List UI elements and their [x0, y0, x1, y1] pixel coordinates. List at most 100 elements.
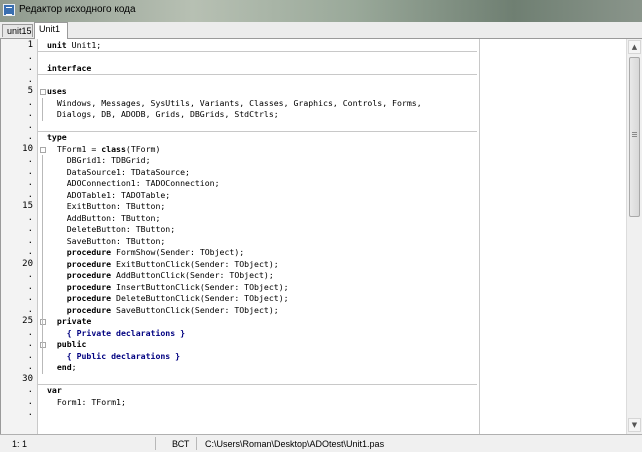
fold-guide	[42, 155, 43, 374]
chevron-down-icon[interactable]: ▼	[628, 418, 641, 432]
line-number: .	[27, 51, 33, 62]
code-line: procedure SaveButtonClick(Sender: TObjec…	[47, 305, 279, 317]
section-separator	[37, 131, 477, 132]
line-number: .	[27, 396, 33, 407]
line-number: .	[27, 212, 33, 223]
code-token: ExitButton: TButton;	[47, 201, 166, 211]
fold-guide	[42, 97, 43, 121]
code-line: public	[47, 339, 87, 351]
keyword-token: type	[47, 132, 67, 142]
section-separator	[37, 50, 477, 52]
keyword-token: unit	[47, 40, 67, 50]
scrollbar-thumb[interactable]	[629, 57, 640, 217]
status-bar: 1: 1 ВСТ C:\Users\Roman\Desktop\ADOtest\…	[0, 434, 642, 452]
code-line: procedure FormShow(Sender: TObject);	[47, 247, 244, 259]
section-separator	[37, 384, 477, 385]
code-line: Form1: TForm1;	[47, 397, 126, 409]
keyword-token: public	[56, 339, 87, 349]
right-margin-line	[479, 39, 480, 434]
code-line: end;	[47, 362, 77, 374]
code-line: private	[47, 316, 92, 328]
code-line: DBGrid1: TDBGrid;	[47, 155, 151, 167]
keyword-token: procedure	[66, 270, 112, 280]
line-number: 1	[27, 40, 33, 50]
code-line: ADOConnection1: TADOConnection;	[47, 178, 220, 190]
line-number: .	[27, 155, 33, 165]
code-line: DataSource1: TDataSource;	[47, 167, 190, 179]
code-token: AddButton: TButton;	[47, 212, 161, 223]
keyword-token: interface	[47, 63, 92, 73]
line-number: .	[27, 235, 33, 246]
code-token: Unit1;	[66, 40, 102, 50]
keyword-token: end	[56, 362, 72, 372]
code-token: ;	[71, 362, 77, 372]
fold-toggle[interactable]	[40, 319, 46, 325]
line-number: .	[27, 270, 33, 280]
fold-toggle[interactable]	[40, 146, 46, 153]
code-token: SaveButton: TButton;	[47, 235, 166, 246]
tab-unit15[interactable]: unit15	[2, 24, 33, 37]
line-number: .	[27, 350, 33, 361]
code-area[interactable]: unit Unit1; interface uses Windows, Messag…	[47, 39, 477, 434]
code-token: DeleteButton: TButton;	[47, 224, 176, 234]
line-gutter: 1... 5.... 10.... 15.... 20.... 25.... 30...	[1, 39, 38, 434]
chevron-up-icon[interactable]: ▲	[628, 40, 641, 54]
title-bar: Редактор исходного кода	[0, 0, 642, 22]
code-token: AddButtonClick(Sender: TObject);	[111, 270, 274, 280]
code-line: ADOTable1: TADOTable;	[47, 189, 171, 202]
keyword-token: private	[56, 316, 92, 326]
cursor-position: 1: 1	[12, 439, 28, 449]
code-token: Windows, Messages, SysUtils, Variants, C…	[47, 97, 422, 108]
code-editor[interactable]: 1... 5.... 10.... 15.... 20.... 25.... 30... u…	[0, 39, 626, 434]
tab-unit1[interactable]: Unit1	[34, 22, 68, 39]
keyword-token: procedure	[66, 293, 112, 303]
fold-toggle[interactable]	[40, 89, 46, 95]
line-number: 30	[22, 373, 33, 384]
insert-mode: ВСТ	[172, 439, 190, 449]
comment-token: { Private declarations }	[66, 327, 186, 338]
window-title: Редактор исходного кода	[19, 4, 136, 15]
line-number: 25	[22, 316, 33, 326]
line-number: .	[27, 120, 33, 131]
line-number: .	[27, 362, 33, 372]
line-number: .	[27, 281, 33, 292]
line-number: 15	[22, 201, 33, 211]
code-line: SaveButton: TButton;	[47, 235, 166, 248]
code-token: InsertButtonClick(Sender: TObject);	[111, 281, 289, 292]
code-token: TForm1 =	[47, 143, 102, 154]
fold-toggle[interactable]	[40, 342, 46, 348]
code-token: Dialogs, DB, ADODB, Grids, DBGrids, StdC…	[47, 109, 279, 119]
keyword-token: procedure	[66, 281, 112, 292]
code-token: DataSource1: TDataSource;	[47, 166, 190, 177]
code-line: TForm1 = class(TForm)	[47, 143, 161, 156]
line-number: .	[27, 385, 33, 395]
code-line: Dialogs, DB, ADODB, Grids, DBGrids, StdC…	[47, 109, 279, 121]
line-number: .	[27, 166, 33, 177]
line-number: .	[27, 304, 33, 315]
line-number: .	[27, 97, 33, 108]
line-number: .	[27, 74, 33, 85]
line-number: .	[27, 178, 33, 188]
vertical-scrollbar[interactable]: ▲ ▼	[626, 39, 642, 434]
line-number: .	[27, 109, 33, 119]
code-line: Windows, Messages, SysUtils, Variants, C…	[47, 98, 422, 110]
line-number: 10	[22, 143, 33, 154]
line-number: .	[27, 293, 33, 303]
keyword-token: var	[47, 385, 62, 395]
keyword-token: uses	[47, 86, 67, 96]
code-line: DeleteButton: TButton;	[47, 224, 175, 236]
code-line: type	[47, 132, 67, 144]
line-number: .	[27, 132, 33, 142]
code-line: procedure DeleteButtonClick(Sender: TObj…	[47, 293, 289, 305]
line-number: .	[27, 339, 33, 349]
code-token: ADOTable1: TADOTable;	[47, 189, 171, 200]
keyword-token: class	[101, 143, 126, 154]
